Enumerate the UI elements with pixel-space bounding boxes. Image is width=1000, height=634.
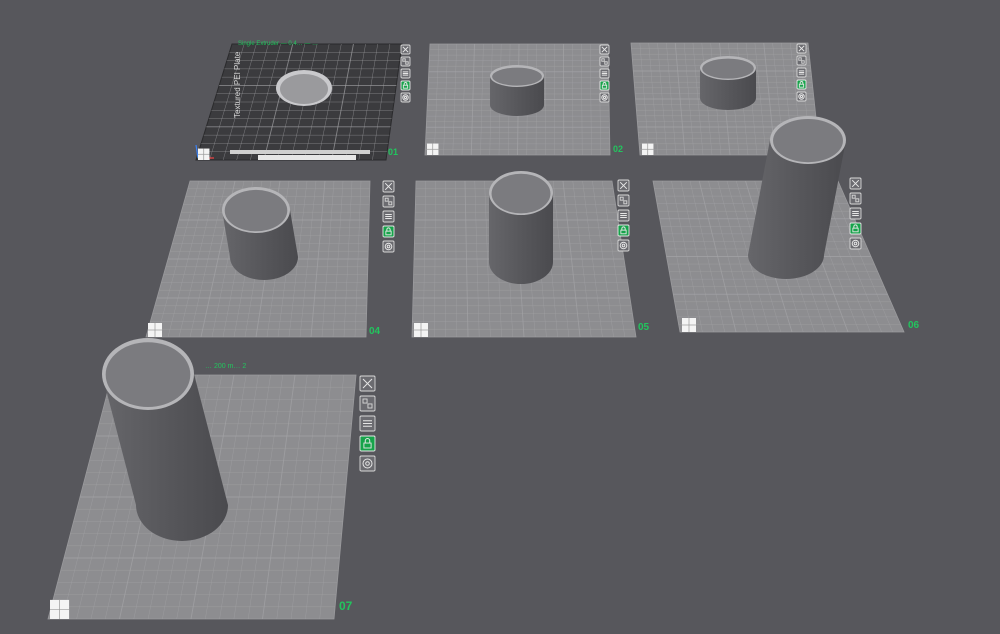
arrange-button[interactable] [382,195,395,208]
plate-number: 06 [908,320,920,331]
plate-07[interactable]: 07 … 200 m… 2 [47,338,376,620]
model-cylinder[interactable] [700,56,756,110]
orient-button[interactable] [400,92,411,103]
close-button[interactable] [382,180,395,193]
lock-button[interactable] [617,224,630,237]
close-button[interactable] [849,177,862,190]
bed-strip [230,150,370,154]
arrange-button[interactable] [617,194,630,207]
orient-button[interactable] [359,455,376,472]
settings-button[interactable] [796,67,807,78]
lock-button[interactable] [849,222,862,235]
model-cylinder[interactable] [489,171,553,284]
plate-02[interactable]: 02 [424,43,623,156]
settings-button[interactable] [382,210,395,223]
arrange-button[interactable] [849,192,862,205]
settings-button[interactable] [617,209,630,222]
arrange-button[interactable] [400,56,411,67]
arrange-button[interactable] [359,395,376,412]
bed-strip [258,155,356,160]
orient-button[interactable] [796,91,807,102]
plate-05[interactable]: 05 [411,171,650,338]
arrange-button[interactable] [599,56,610,67]
orient-button[interactable] [849,237,862,250]
close-button[interactable] [617,179,630,192]
plates-layer: Textured PEI Plate 01 Single Extruder — 0.… [47,41,920,620]
lock-button[interactable] [359,435,376,452]
plate-number: 01 [388,147,398,157]
model-cylinder[interactable] [490,65,544,116]
lock-button[interactable] [400,80,411,91]
orient-button[interactable] [599,92,610,103]
plate-overview-viewport[interactable]: Textured PEI Plate 01 Single Extruder — 0.… [0,0,1000,634]
orient-button[interactable] [617,239,630,252]
settings-icon [601,71,608,76]
close-button[interactable] [359,375,376,392]
settings-button[interactable] [400,68,411,79]
plate-number: 04 [369,326,381,337]
settings-button[interactable] [359,415,376,432]
orient-button[interactable] [382,240,395,253]
lock-button[interactable] [599,80,610,91]
settings-icon [798,70,805,75]
close-button[interactable] [599,44,610,55]
bed-mark-text: Textured PEI Plate [233,51,242,118]
plate-name-label[interactable]: Single Extruder — 0.4… — … [238,41,318,47]
arrange-button[interactable] [796,55,807,66]
close-button[interactable] [400,44,411,55]
settings-icon [402,71,409,76]
plate-name-label[interactable]: … 200 m… 2 [205,363,246,370]
plate-number: 07 [339,599,353,613]
close-button[interactable] [796,43,807,54]
plate-number: 05 [638,322,650,333]
model-cylinder[interactable] [222,187,298,280]
lock-button[interactable] [796,79,807,90]
settings-button[interactable] [849,207,862,220]
settings-button[interactable] [599,68,610,79]
plate-number: 02 [613,144,623,154]
model-cylinder-inner [280,74,328,104]
lock-button[interactable] [382,225,395,238]
plate-01[interactable]: Textured PEI Plate 01 Single Extruder — 0.… [195,41,411,161]
plate-04[interactable]: 04 [145,180,395,338]
